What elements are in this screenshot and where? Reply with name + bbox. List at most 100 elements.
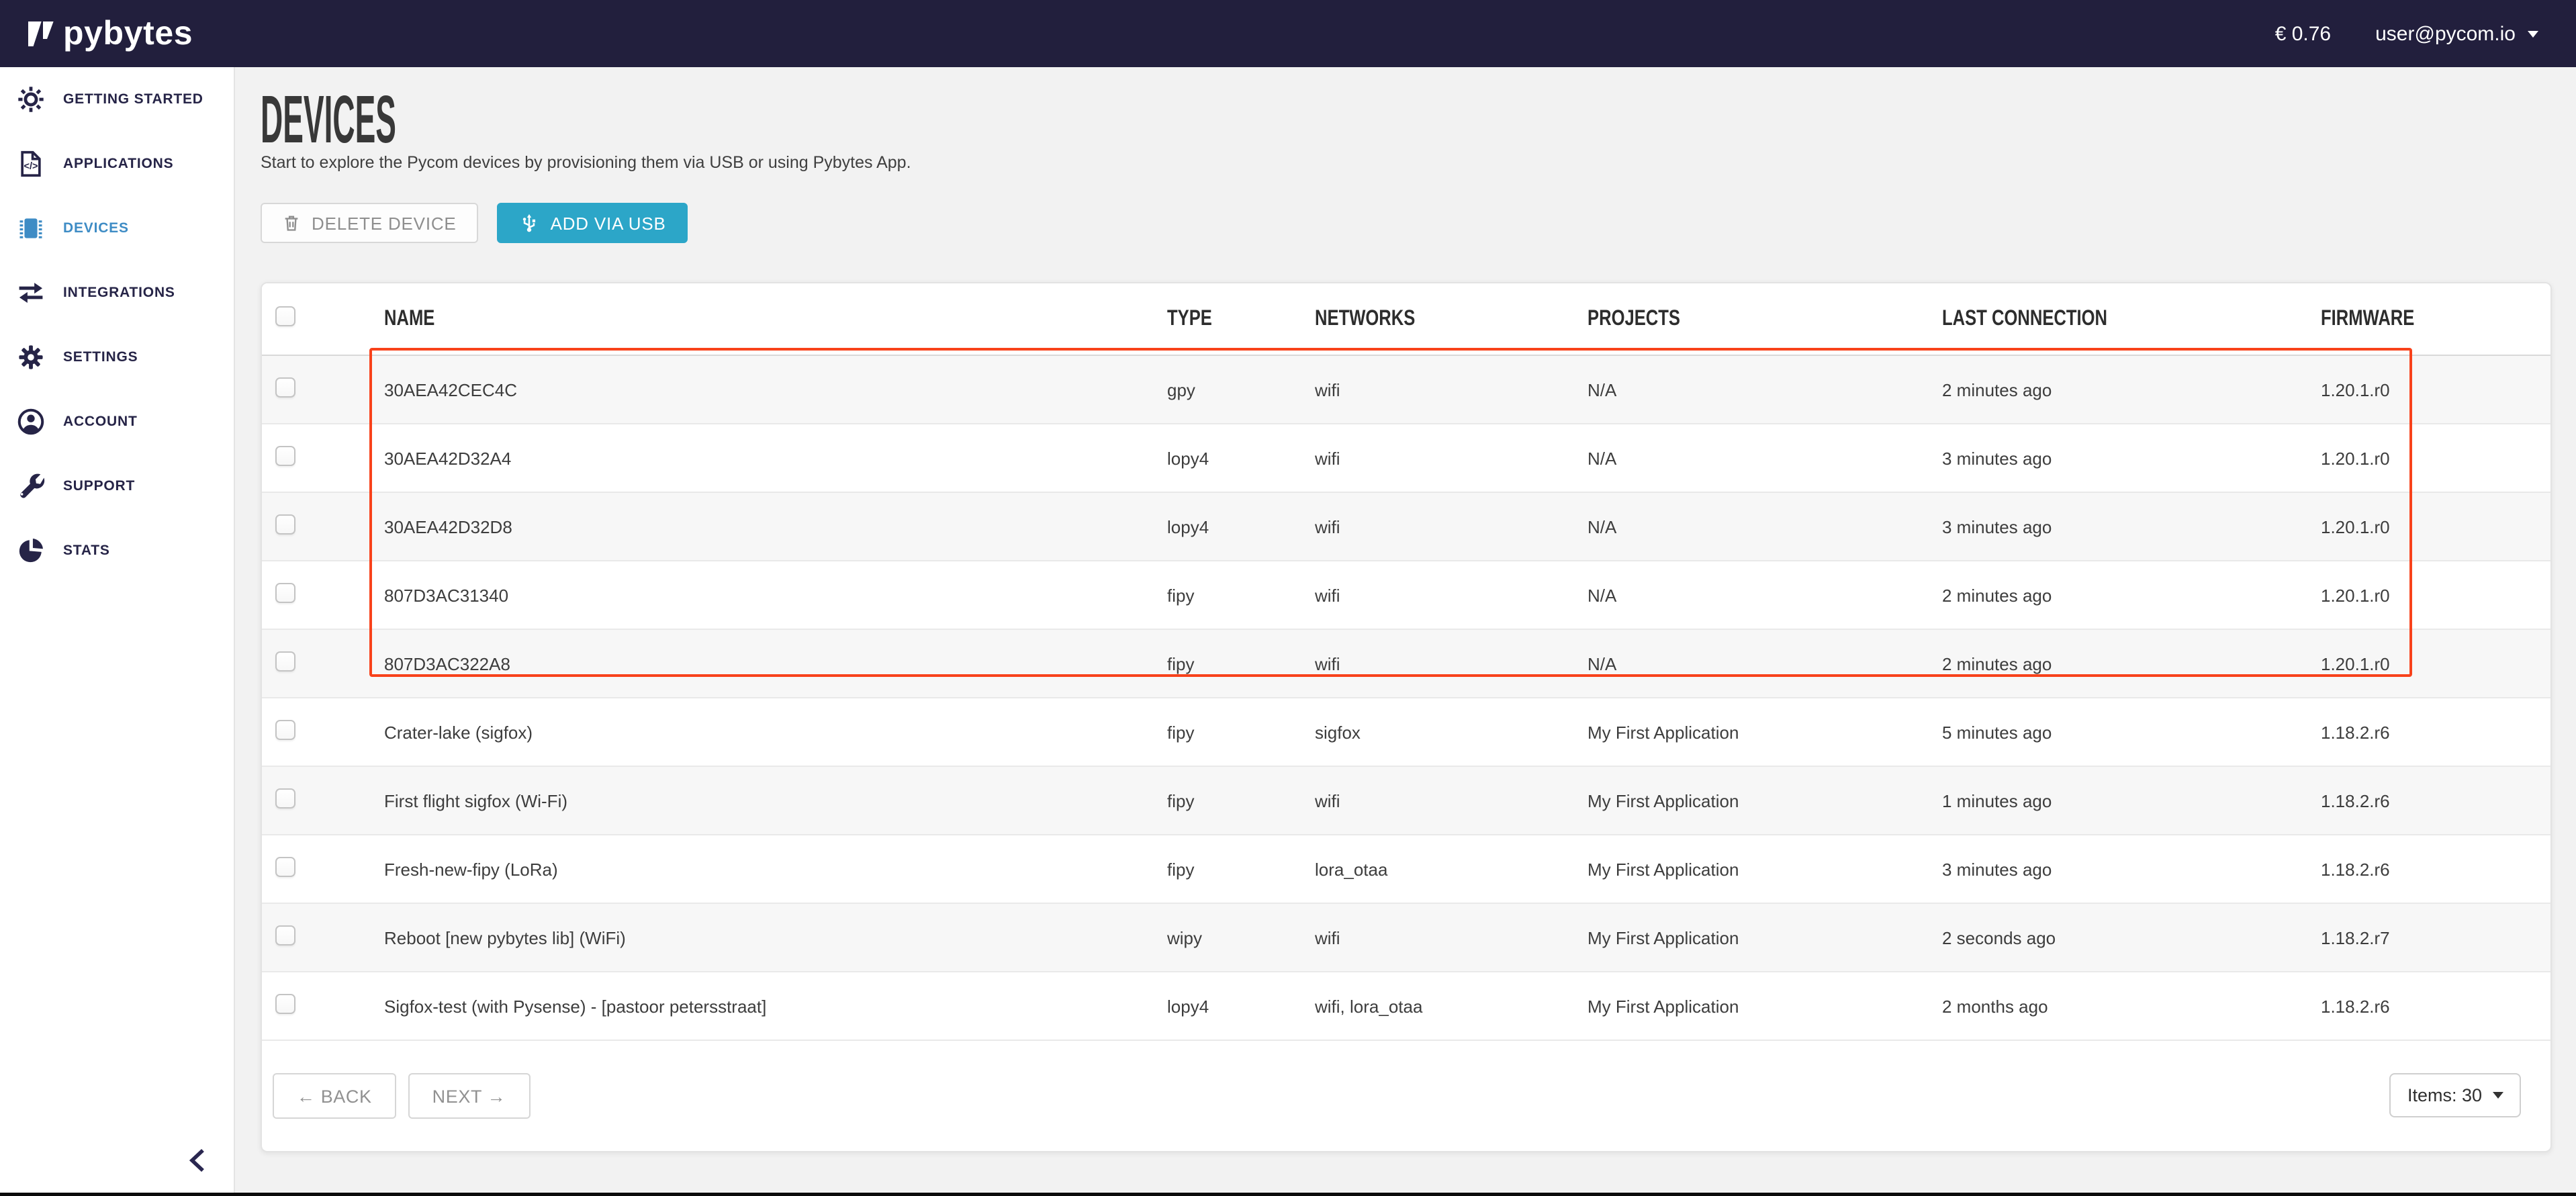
cell-firmware: 1.20.1.r0 <box>2321 448 2550 468</box>
cell-type: fipy <box>1167 722 1315 742</box>
sidebar-collapse-button[interactable] <box>183 1144 215 1176</box>
row-checkbox-cell <box>262 857 384 881</box>
sidebar-item-label: INTEGRATIONS <box>63 285 175 301</box>
sidebar-item-integrations[interactable]: INTEGRATIONS <box>0 261 234 325</box>
topbar-right: € 0.76 user@pycom.io <box>2275 22 2538 45</box>
cell-projects: N/A <box>1588 516 1942 537</box>
row-checkbox[interactable] <box>275 788 295 809</box>
table-row[interactable]: First flight sigfox (Wi-Fi)fipywifiMy Fi… <box>262 767 2550 835</box>
row-checkbox[interactable] <box>275 925 295 946</box>
table-header: NAMETYPENETWORKSPROJECTSLAST CONNECTIONF… <box>262 283 2550 356</box>
column-header: FIRMWARE <box>2321 307 2550 331</box>
sidebar-item-label: SETTINGS <box>63 349 138 365</box>
add-via-usb-button[interactable]: ADD VIA USB <box>497 203 688 243</box>
table-row[interactable]: 30AEA42CEC4CgpywifiN/A2 minutes ago1.20.… <box>262 356 2550 424</box>
next-button[interactable]: NEXT → <box>408 1073 531 1119</box>
cell-firmware: 1.20.1.r0 <box>2321 379 2550 400</box>
column-header: TYPE <box>1167 307 1315 331</box>
trash-icon <box>282 214 301 232</box>
cell-name: First flight sigfox (Wi-Fi) <box>384 790 1167 811</box>
items-per-page-label: Items: 30 <box>2407 1085 2482 1105</box>
sidebar-item-devices[interactable]: DEVICES <box>0 196 234 261</box>
column-header: PROJECTS <box>1588 307 1942 331</box>
row-checkbox[interactable] <box>275 994 295 1014</box>
row-checkbox[interactable] <box>275 651 295 672</box>
sidebar-item-getting-started[interactable]: GETTING STARTED <box>0 67 234 132</box>
sidebar-item-label: DEVICES <box>63 220 129 236</box>
sidebar-item-support[interactable]: SUPPORT <box>0 454 234 518</box>
table-row[interactable]: Fresh-new-fipy (LoRa)fipylora_otaaMy Fir… <box>262 835 2550 904</box>
usb-icon <box>518 212 540 234</box>
cell-projects: My First Application <box>1588 790 1942 811</box>
cell-networks: wifi <box>1315 379 1588 400</box>
cell-name: Fresh-new-fipy (LoRa) <box>384 859 1167 879</box>
cell-networks: wifi, lora_otaa <box>1315 996 1588 1016</box>
cell-firmware: 1.18.2.r6 <box>2321 790 2550 811</box>
cell-name: 30AEA42D32D8 <box>384 516 1167 537</box>
delete-device-label: DELETE DEVICE <box>312 213 457 233</box>
screen-bottom-edge <box>0 1193 2576 1196</box>
sidebar-item-label: APPLICATIONS <box>63 156 173 172</box>
cell-firmware: 1.20.1.r0 <box>2321 653 2550 674</box>
row-checkbox-cell <box>262 994 384 1018</box>
sidebar-item-account[interactable]: ACCOUNT <box>0 389 234 454</box>
row-checkbox-cell <box>262 514 384 539</box>
support-icon <box>15 470 47 502</box>
cell-type: fipy <box>1167 585 1315 605</box>
sidebar-item-stats[interactable]: STATS <box>0 518 234 583</box>
cell-type: gpy <box>1167 379 1315 400</box>
pycom-logo-icon <box>28 19 56 48</box>
cell-last_connection: 2 months ago <box>1942 996 2321 1016</box>
sidebar-nav: GETTING STARTED </> APPLICATIONS DEVICES INT… <box>0 67 234 583</box>
table-row[interactable]: 30AEA42D32A4lopy4wifiN/A3 minutes ago1.2… <box>262 424 2550 493</box>
cell-projects: My First Application <box>1588 722 1942 742</box>
sidebar-item-applications[interactable]: </> APPLICATIONS <box>0 132 234 196</box>
row-checkbox-cell <box>262 925 384 950</box>
table-row[interactable]: 30AEA42D32D8lopy4wifiN/A3 minutes ago1.2… <box>262 493 2550 561</box>
account-icon <box>15 406 47 438</box>
row-checkbox[interactable] <box>275 720 295 740</box>
pybytes-logo[interactable]: pybytes <box>28 17 193 50</box>
stats-icon <box>15 535 47 567</box>
sidebar-item-label: ACCOUNT <box>63 414 138 430</box>
table-row[interactable]: Sigfox-test (with Pysense) - [pastoor pe… <box>262 972 2550 1041</box>
cell-networks: wifi <box>1315 585 1588 605</box>
topbar: pybytes € 0.76 user@pycom.io <box>0 0 2576 67</box>
row-checkbox[interactable] <box>275 514 295 535</box>
row-checkbox[interactable] <box>275 377 295 398</box>
table-row[interactable]: 807D3AC322A8fipywifiN/A2 minutes ago1.20… <box>262 630 2550 698</box>
table-row[interactable]: Reboot [new pybytes lib] (WiFi)wipywifiM… <box>262 904 2550 972</box>
column-header: NETWORKS <box>1315 307 1588 331</box>
screen: pybytes € 0.76 user@pycom.io GETTING STA… <box>0 0 2576 1196</box>
select-all-checkbox[interactable] <box>275 306 295 326</box>
cell-type: lopy4 <box>1167 516 1315 537</box>
page-subtitle: Start to explore the Pycom devices by pr… <box>261 153 911 172</box>
cell-last_connection: 3 minutes ago <box>1942 859 2321 879</box>
integrations-icon <box>15 277 47 309</box>
table-row[interactable]: Crater-lake (sigfox)fipysigfoxMy First A… <box>262 698 2550 767</box>
sidebar: GETTING STARTED </> APPLICATIONS DEVICES INT… <box>0 67 235 1196</box>
row-checkbox[interactable] <box>275 583 295 603</box>
add-via-usb-label: ADD VIA USB <box>551 213 666 233</box>
chevron-down-icon <box>2528 30 2538 37</box>
cell-type: lopy4 <box>1167 996 1315 1016</box>
cell-firmware: 1.20.1.r0 <box>2321 516 2550 537</box>
devices-table-card: NAMETYPENETWORKSPROJECTSLAST CONNECTIONF… <box>261 282 2552 1152</box>
cell-name: 807D3AC322A8 <box>384 653 1167 674</box>
user-menu[interactable]: user@pycom.io <box>2375 22 2538 45</box>
cell-last_connection: 2 seconds ago <box>1942 927 2321 948</box>
devices-icon <box>15 212 47 244</box>
account-balance: € 0.76 <box>2275 22 2331 45</box>
settings-icon <box>15 341 47 373</box>
applications-icon: </> <box>15 148 47 180</box>
table-row[interactable]: 807D3AC31340fipywifiN/A2 minutes ago1.20… <box>262 561 2550 630</box>
items-per-page-dropdown[interactable]: Items: 30 <box>2390 1073 2521 1117</box>
sidebar-item-label: SUPPORT <box>63 478 135 494</box>
sidebar-item-settings[interactable]: SETTINGS <box>0 325 234 389</box>
row-checkbox[interactable] <box>275 446 295 466</box>
user-email: user@pycom.io <box>2375 22 2516 45</box>
row-checkbox[interactable] <box>275 857 295 877</box>
delete-device-button[interactable]: DELETE DEVICE <box>261 203 478 243</box>
back-button[interactable]: ← BACK <box>273 1073 396 1119</box>
cell-projects: N/A <box>1588 653 1942 674</box>
